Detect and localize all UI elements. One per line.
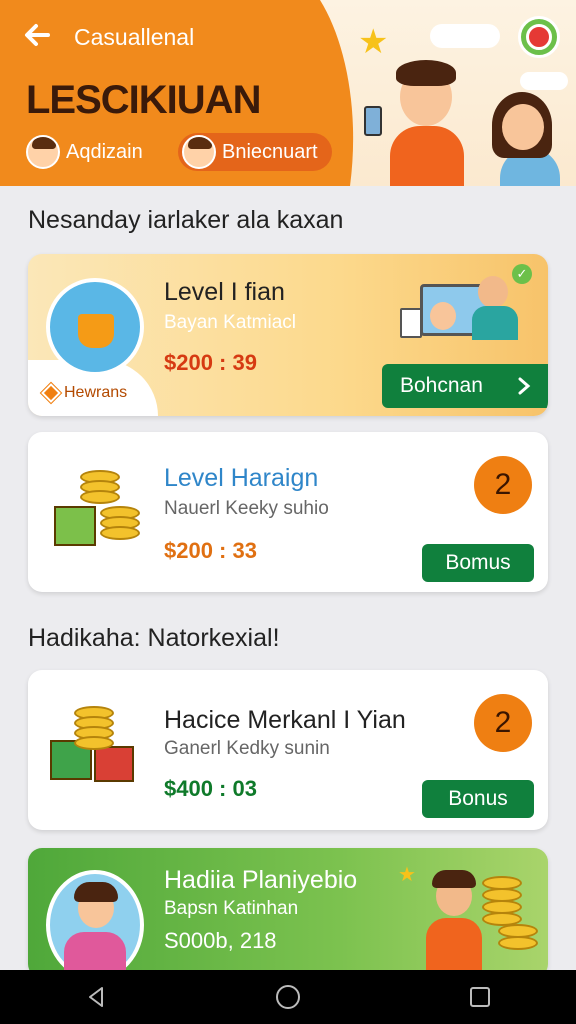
card-price: $200 : 33 xyxy=(164,538,257,563)
triangle-back-icon xyxy=(89,987,103,1007)
man-body xyxy=(426,918,482,978)
adult-body xyxy=(472,306,518,340)
back-button[interactable] xyxy=(22,20,58,56)
section-heading: Hadikaha: Natorkexial! xyxy=(28,624,280,652)
card-subtitle: Ganerl Kedky sunin xyxy=(164,738,330,759)
level-card-3[interactable]: Hacice Merkanl I Yian Ganerl Kedky sunin… xyxy=(28,670,548,830)
star-icon: ★ xyxy=(398,864,416,886)
chip-label: Bniecnuart xyxy=(222,140,318,163)
level-card-2[interactable]: Level Haraign Nauerl Keeky suhio $200 : … xyxy=(28,432,548,592)
cloud xyxy=(520,72,568,90)
check-icon: ✓ xyxy=(512,264,532,284)
button-label: Bohcnan xyxy=(400,374,483,397)
nav-back-button[interactable] xyxy=(76,977,116,1017)
girl-illustration xyxy=(486,90,576,186)
section-heading: Nesanday iarlaker ala kaxan xyxy=(28,206,344,234)
bonus-button[interactable]: Bomus xyxy=(422,544,534,582)
coins-icon xyxy=(478,868,538,958)
chevron-right-icon xyxy=(518,377,531,395)
card-title: Level Haraign xyxy=(164,464,319,492)
document-icon xyxy=(400,308,422,338)
card-price: $200 : 39 xyxy=(164,350,257,375)
adult-illustration xyxy=(478,276,508,308)
card-price: $400 : 03 xyxy=(164,776,257,801)
bohcnan-button[interactable]: Bohcnan xyxy=(382,364,548,408)
level-card-1[interactable]: Hewrans Level I fian Bayan Katmiacl $200… xyxy=(28,254,548,416)
arrow-left-icon xyxy=(25,24,50,46)
card-subtitle: Nauerl Keeky suhio xyxy=(164,498,329,519)
child-illustration xyxy=(430,302,456,330)
chip-label: Aqdizain xyxy=(66,140,143,163)
card-title: Level I fian xyxy=(164,278,285,306)
square-recents-icon xyxy=(470,987,490,1007)
bonus-button[interactable]: Bonus xyxy=(422,780,534,818)
coins-icon xyxy=(50,466,150,556)
profile-badge-icon[interactable] xyxy=(518,16,560,58)
avatar xyxy=(26,135,60,169)
man-illustration xyxy=(364,56,480,186)
system-nav-bar xyxy=(0,970,576,1024)
trophy-icon xyxy=(46,278,144,376)
diamond-icon xyxy=(41,383,61,403)
coins-icon xyxy=(46,700,146,790)
circle-home-icon xyxy=(276,985,300,1009)
page-title: LESCIKIUAN xyxy=(26,78,261,122)
nav-recents-button[interactable] xyxy=(460,977,500,1017)
rewards-tag-label: Hewrans xyxy=(64,384,128,401)
level-number-badge: 2 xyxy=(474,694,532,752)
rewards-tag: Hewrans xyxy=(41,383,128,403)
chip-aqdizain[interactable]: Aqdizain xyxy=(26,133,143,171)
hair xyxy=(432,870,476,888)
card-title: Hacice Merkanl I Yian xyxy=(164,706,406,734)
avatar xyxy=(182,135,216,169)
avatar xyxy=(46,870,144,978)
card-subtitle: Bayan Katmiacl xyxy=(164,312,297,333)
header-banner: Casuallenal LESCIKIUAN Aqdizain Bniecnua… xyxy=(0,0,576,186)
card-subtitle: Bapsn Katinhan xyxy=(164,898,299,919)
cloud xyxy=(430,24,500,48)
level-card-4[interactable]: Hadiia Planiyebio Bapsn Katinhan S000b, … xyxy=(28,848,548,978)
card-price: S000b, 218 xyxy=(164,928,277,953)
app-title: Casuallenal xyxy=(74,24,195,50)
card-title: Hadiia Planiyebio xyxy=(164,866,358,894)
nav-home-button[interactable] xyxy=(268,977,308,1017)
level-number-badge: 2 xyxy=(474,456,532,514)
chip-bniecnuart[interactable]: Bniecnuart xyxy=(178,133,332,171)
